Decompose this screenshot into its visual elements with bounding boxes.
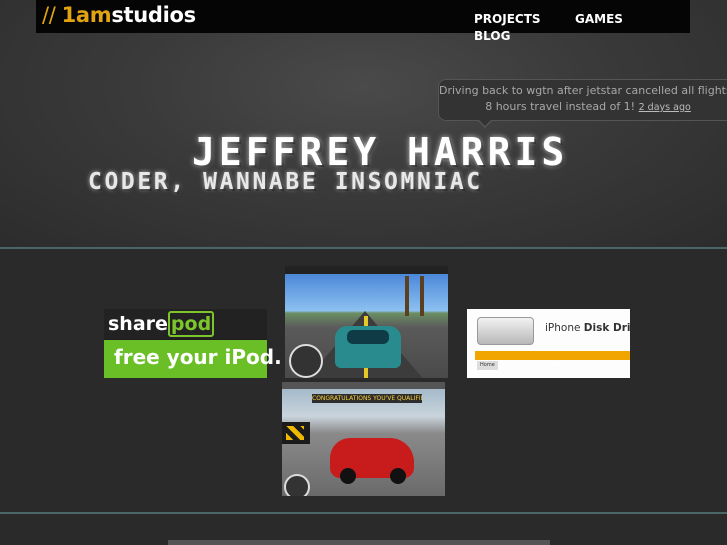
sharepod-slogan: free your iPod. <box>114 345 282 369</box>
nav-games[interactable]: GAMES <box>575 12 623 26</box>
tweet-text: 8 hours travel instead of 1! <box>485 100 636 113</box>
hero-name: JEFFREY HARRIS <box>192 130 569 174</box>
disk-drive-title: iPhone Disk Drive <box>545 322 630 334</box>
game-hud-bar <box>282 382 445 389</box>
game-hud-bar <box>285 266 448 274</box>
sharepod-logo-pod: pod <box>167 311 215 337</box>
sharepod-slogan-bar: free your iPod. <box>104 340 282 378</box>
game-banner: CONGRATULATIONS YOU'VE QUALIFIED <box>312 394 422 403</box>
disk-drive-nav-about: About <box>501 362 517 368</box>
sharepod-logo-share: share <box>108 313 168 335</box>
logo-slashes: // <box>42 3 56 27</box>
palm-tree <box>420 276 424 316</box>
disk-drive-title-iphone: iPhone <box>545 322 581 334</box>
project-iphone-disk-drive[interactable]: iPhone Disk Drive HomeAboutDownloadHelp <box>467 309 630 378</box>
tweet-bubble: Driving back to wgtn after jetstar cance… <box>438 79 727 121</box>
hero-tagline: CODER, WANNABE INSOMNIAC <box>88 169 483 195</box>
footer-strip <box>168 540 550 545</box>
site-logo[interactable]: //1amstudios <box>42 3 196 27</box>
disk-drive-nav-download: Download <box>520 362 546 368</box>
logo-am: 1am <box>61 3 112 27</box>
sharepod-logo-bar: share pod <box>104 309 267 339</box>
project-racing-game[interactable] <box>285 266 448 378</box>
speedometer-icon <box>284 474 310 496</box>
sharepod-logo: share pod <box>108 311 215 337</box>
hero-section: //1amstudios PROJECTS GAMES BLOG Driving… <box>0 0 727 248</box>
tweet-text-line1: Driving back to wgtn after jetstar cance… <box>439 84 727 97</box>
disk-drive-title-rest: Disk Drive <box>583 322 630 334</box>
disk-drive-nav-help: Help <box>549 362 561 368</box>
nav-blog[interactable]: BLOG <box>474 29 510 43</box>
car-wheel <box>340 468 356 484</box>
speedometer-icon <box>289 344 323 378</box>
project-sharepod[interactable]: share pod free your iPod. <box>104 309 282 378</box>
disk-drive-navbar: Home About Download Help <box>475 351 630 370</box>
tweet-bubble-tail <box>477 119 493 128</box>
section-divider-bottom <box>0 512 727 514</box>
chevron-sign-icon <box>286 426 304 440</box>
nav-projects[interactable]: PROJECTS <box>474 12 541 26</box>
project-car-game[interactable]: CONGRATULATIONS YOU'VE QUALIFIED <box>282 382 445 496</box>
game-car-window <box>347 330 389 344</box>
car-wheel <box>390 468 406 484</box>
tweet-time-link[interactable]: 2 days ago <box>639 102 691 113</box>
disk-drive-nav-home: Home <box>477 361 498 370</box>
disk-drive-device-icon <box>477 317 534 345</box>
logo-studios: studios <box>111 3 196 27</box>
palm-tree <box>405 276 409 316</box>
tweet-text-line2: 8 hours travel instead of 1! 2 days ago <box>439 99 727 116</box>
